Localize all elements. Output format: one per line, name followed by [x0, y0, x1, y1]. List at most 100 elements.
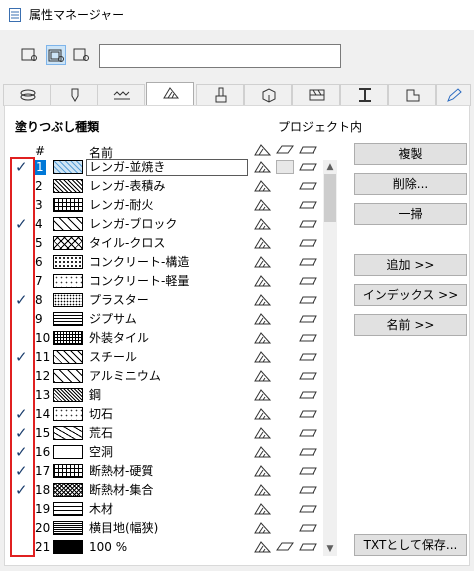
composite-icon — [309, 89, 325, 101]
list-item[interactable]: 9 ジプサム — [13, 310, 323, 329]
fill-name[interactable]: レンガ-並焼き — [89, 160, 165, 175]
fill-name[interactable]: コンクリート-軽量 — [89, 274, 189, 289]
duplicate-button[interactable]: 複製 — [354, 143, 467, 165]
list-item[interactable]: ✓ 16 空洞 — [13, 443, 323, 462]
fill-type-icon — [254, 236, 272, 250]
list-item[interactable]: 5 タイル-クロス — [13, 234, 323, 253]
list-item[interactable]: 20 横目地(幅狭) — [13, 519, 323, 538]
filter-search-button[interactable] — [72, 45, 92, 65]
tab-lines[interactable] — [97, 84, 145, 106]
list-item[interactable]: ✓ 18 断熱材-集合 — [13, 481, 323, 500]
row-number: 15 — [35, 426, 51, 440]
list-item[interactable]: 13 鋼 — [13, 386, 323, 405]
list-item[interactable]: 6 コンクリート-構造 — [13, 253, 323, 272]
list-item[interactable]: 19 木材 — [13, 500, 323, 519]
index-button[interactable]: インデックス >> — [354, 284, 467, 306]
list-item[interactable]: ✓ 11 スチール — [13, 348, 323, 367]
fill-type-icon — [254, 255, 272, 269]
scroll-up-icon[interactable]: ▲ — [323, 160, 337, 174]
list-item[interactable]: 3 レンガ-耐火 — [13, 196, 323, 215]
tab-zones[interactable] — [388, 84, 436, 106]
material-icon — [299, 160, 317, 174]
row-number: 4 — [35, 217, 43, 231]
tab-pens[interactable] — [50, 84, 98, 106]
fill-name[interactable]: プラスター — [89, 293, 149, 308]
list-item[interactable]: ✓ 1 レンガ-並焼き — [13, 158, 323, 177]
row-number: 16 — [35, 445, 51, 459]
material-icon — [299, 483, 317, 497]
tab-fills[interactable] — [146, 82, 194, 107]
filter-used-button[interactable] — [46, 45, 66, 65]
fill-pattern-swatch — [53, 388, 83, 402]
tab-layers[interactable] — [3, 84, 51, 106]
fill-name[interactable]: アルミニウム — [89, 369, 161, 384]
purge-button[interactable]: 一掃 — [354, 203, 467, 225]
fill-name[interactable]: 切石 — [89, 407, 113, 422]
scroll-down-icon[interactable]: ▼ — [323, 542, 337, 556]
tab-profiles[interactable] — [340, 84, 388, 106]
tab-surfaces[interactable] — [196, 84, 244, 106]
list-item[interactable]: ✓ 14 切石 — [13, 405, 323, 424]
list-item[interactable]: 12 アルミニウム — [13, 367, 323, 386]
row-number: 17 — [35, 464, 51, 478]
row-number: 13 — [35, 388, 51, 402]
fill-name[interactable]: 荒石 — [89, 426, 113, 441]
fill-name[interactable]: タイル-クロス — [89, 236, 165, 251]
tab-composites[interactable] — [292, 84, 340, 106]
fill-name[interactable]: レンガ-耐火 — [89, 198, 153, 213]
fill-name[interactable]: 鋼 — [89, 388, 101, 403]
save-as-txt-button[interactable]: TXTとして保存... — [354, 534, 467, 556]
fill-name[interactable]: ジプサム — [89, 312, 137, 327]
list-item[interactable]: ✓ 8 プラスター — [13, 291, 323, 310]
list-item[interactable]: 7 コンクリート-軽量 — [13, 272, 323, 291]
fill-type-icon — [254, 407, 272, 421]
row-number: 5 — [35, 236, 43, 250]
list-item[interactable]: 10 外装タイル — [13, 329, 323, 348]
material-icon — [299, 179, 317, 193]
list-scrollbar[interactable]: ▲ ▼ — [323, 160, 337, 556]
fill-name[interactable]: 100 % — [89, 540, 127, 555]
list-item[interactable]: ✓ 15 荒石 — [13, 424, 323, 443]
fill-name[interactable]: スチール — [89, 350, 137, 365]
fill-type-icon — [254, 521, 272, 535]
tab-more[interactable] — [436, 84, 471, 106]
fill-type-icon — [254, 483, 272, 497]
fill-name[interactable]: レンガ-表積み — [89, 179, 165, 194]
search-input[interactable] — [99, 44, 341, 68]
name-field-frame[interactable] — [86, 387, 248, 404]
fill-name[interactable]: レンガ-ブロック — [89, 217, 177, 232]
add-button[interactable]: 追加 >> — [354, 254, 467, 276]
fill-name[interactable]: 断熱材-集合 — [89, 483, 153, 498]
row-number: 2 — [35, 179, 43, 193]
fill-type-icon — [254, 502, 272, 516]
fill-pattern-swatch — [53, 217, 83, 231]
window-title: 属性マネージャー — [29, 8, 125, 22]
list-item[interactable]: 21 100 % — [13, 538, 323, 557]
fill-type-icon — [254, 445, 272, 459]
fill-pattern-swatch — [53, 502, 83, 516]
fill-list[interactable]: ✓ 1 レンガ-並焼き 2 レンガ-表積み 3 レンガ-耐火 ✓ 4 レンガ-ブロック 5 タイル-ク… — [13, 158, 323, 558]
list-item[interactable]: ✓ 17 断熱材-硬質 — [13, 462, 323, 481]
name-button[interactable]: 名前 >> — [354, 314, 467, 336]
building-material-icon — [262, 88, 276, 103]
fill-name[interactable]: 空洞 — [89, 445, 113, 460]
scroll-thumb[interactable] — [324, 174, 336, 222]
checkbox-column-highlight — [10, 157, 35, 557]
fill-type-icon — [254, 369, 272, 383]
fill-name[interactable]: 木材 — [89, 502, 113, 517]
fill-name[interactable]: 横目地(幅狭) — [89, 521, 158, 536]
paint-brush-icon — [215, 87, 227, 103]
pen-icon — [71, 88, 79, 102]
fill-name[interactable]: 外装タイル — [89, 331, 149, 346]
fill-name[interactable]: 断熱材-硬質 — [89, 464, 153, 479]
filter-list-button[interactable] — [20, 45, 40, 65]
material-icon — [299, 198, 317, 212]
filter-list-icon — [21, 48, 37, 61]
row-number: 6 — [35, 255, 43, 269]
fill-name[interactable]: コンクリート-構造 — [89, 255, 189, 270]
list-item[interactable]: ✓ 4 レンガ-ブロック — [13, 215, 323, 234]
delete-button[interactable]: 削除... — [354, 173, 467, 195]
tab-building-materials[interactable] — [244, 84, 292, 106]
material-icon — [299, 274, 317, 288]
list-item[interactable]: 2 レンガ-表積み — [13, 177, 323, 196]
